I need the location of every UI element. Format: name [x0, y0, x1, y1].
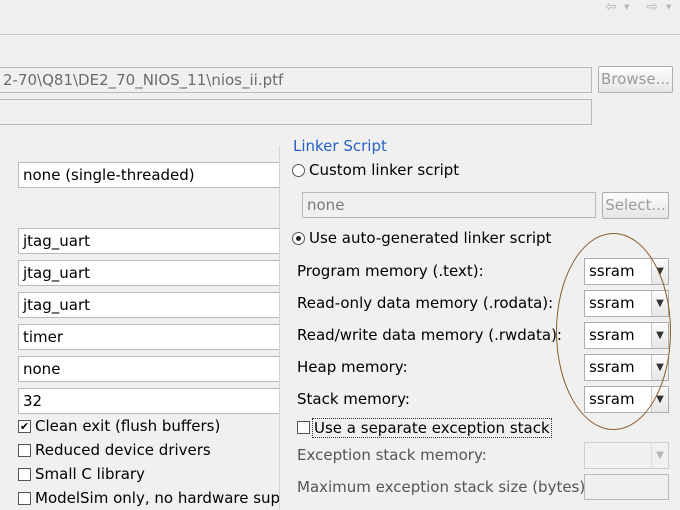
rodata-memory-value: ssram	[589, 294, 635, 312]
stdin-field[interactable]: jtag_uart	[18, 292, 281, 318]
rwdata-memory-label: Read/write data memory (.rwdata):	[297, 326, 562, 344]
program-memory-value: ssram	[589, 262, 635, 280]
clean-exit-checkbox[interactable]: ✔	[18, 420, 31, 433]
chevron-down-icon[interactable]: ▼	[651, 259, 668, 284]
reduced-drivers-checkbox[interactable]	[18, 444, 31, 457]
custom-linker-path-field[interactable]: none	[302, 192, 596, 218]
project-location-field[interactable]	[0, 99, 592, 125]
heap-memory-label: Heap memory:	[297, 358, 408, 376]
separate-exception-stack-label: Use a separate exception stack	[312, 418, 552, 438]
system-clock-timer-field[interactable]: timer	[18, 324, 281, 350]
linker-script-title: Linker Script	[293, 137, 387, 155]
back-arrow-icon[interactable]: ⇦	[600, 0, 622, 16]
browse-button[interactable]: Browse...	[598, 66, 673, 93]
custom-linker-radio[interactable]	[292, 164, 305, 177]
top-toolbar	[0, 0, 680, 34]
stderr-field[interactable]: jtag_uart	[18, 260, 281, 286]
exception-stack-size-label: Maximum exception stack size (bytes):	[297, 478, 591, 496]
stdout-field[interactable]: jtag_uart	[18, 228, 281, 254]
stack-memory-select[interactable]: ssram ▼	[584, 386, 669, 413]
max-file-descriptors-field[interactable]: 32	[18, 388, 281, 414]
chevron-down-icon[interactable]: ▼	[651, 443, 668, 468]
modelsim-only-label: ModelSim only, no hardware supp	[35, 489, 279, 507]
chevron-down-icon[interactable]: ▼	[624, 2, 632, 12]
reduced-drivers-label: Reduced device drivers	[35, 441, 211, 459]
program-memory-select[interactable]: ssram ▼	[584, 258, 669, 285]
chevron-down-icon[interactable]: ▼	[651, 355, 668, 380]
modelsim-only-checkbox[interactable]	[18, 492, 31, 505]
rtos-field[interactable]: none (single-threaded)	[18, 162, 281, 188]
auto-linker-label: Use auto-generated linker script	[309, 229, 552, 247]
forward-arrow-icon[interactable]: ⇨	[641, 0, 663, 16]
clean-exit-label: Clean exit (flush buffers)	[35, 417, 221, 435]
column-divider	[279, 146, 280, 510]
toolbar-divider	[0, 34, 680, 35]
rodata-memory-label: Read-only data memory (.rodata):	[297, 294, 554, 312]
chevron-down-icon[interactable]: ▼	[666, 2, 674, 12]
heap-memory-value: ssram	[589, 358, 635, 376]
chevron-down-icon[interactable]: ▼	[651, 387, 668, 412]
timestamp-timer-field[interactable]: none	[18, 356, 281, 382]
auto-linker-radio[interactable]	[292, 232, 305, 245]
heap-memory-select[interactable]: ssram ▼	[584, 354, 669, 381]
chevron-down-icon[interactable]: ▼	[651, 323, 668, 348]
exception-memory-select[interactable]: ▼	[584, 442, 669, 469]
exception-memory-label: Exception stack memory:	[297, 446, 487, 464]
small-c-library-label: Small C library	[35, 465, 145, 483]
exception-stack-size-field[interactable]	[584, 474, 669, 500]
stack-memory-label: Stack memory:	[297, 390, 410, 408]
separate-exception-stack-checkbox[interactable]	[297, 421, 310, 434]
small-c-library-checkbox[interactable]	[18, 468, 31, 481]
program-memory-label: Program memory (.text):	[297, 262, 484, 280]
custom-linker-label: Custom linker script	[309, 161, 460, 179]
select-button[interactable]: Select...	[602, 192, 669, 219]
rwdata-memory-value: ssram	[589, 326, 635, 344]
rwdata-memory-select[interactable]: ssram ▼	[584, 322, 669, 349]
stack-memory-value: ssram	[589, 390, 635, 408]
rodata-memory-select[interactable]: ssram ▼	[584, 290, 669, 317]
chevron-down-icon[interactable]: ▼	[651, 291, 668, 316]
sopc-path-field[interactable]: 2-70\Q81\DE2_70_NIOS_11\nios_ii.ptf	[0, 67, 592, 93]
